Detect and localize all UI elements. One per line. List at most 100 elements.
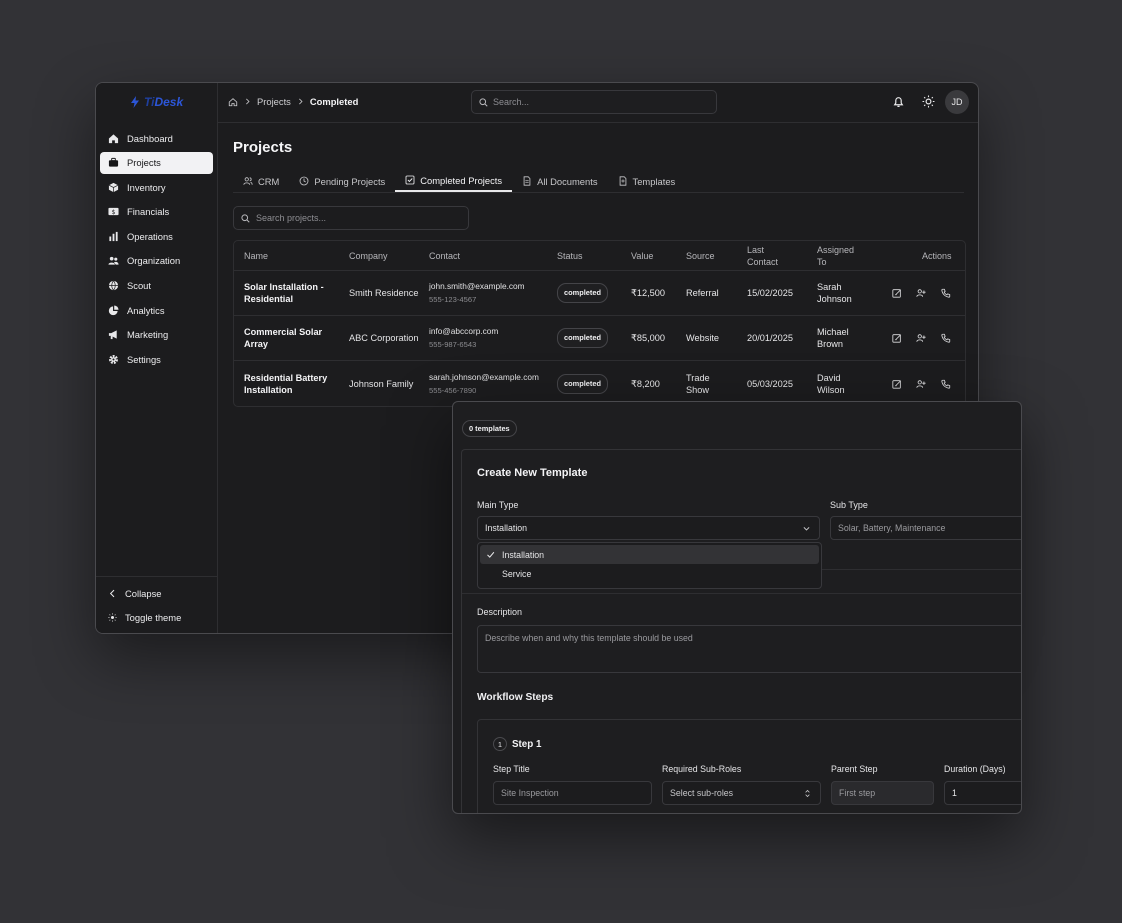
logo-bolt-icon [131, 96, 139, 108]
sub-roles-select[interactable]: Select sub-roles [662, 781, 821, 805]
tab-pending-projects[interactable]: Pending Projects [289, 170, 395, 192]
bar-chart-icon [109, 231, 118, 241]
phone-icon[interactable] [941, 288, 951, 298]
contact-email[interactable]: info@abccorp.com [429, 325, 498, 337]
project-value: ₹8,200 [631, 378, 660, 389]
sun-icon[interactable] [922, 95, 935, 108]
gear-icon [109, 354, 118, 364]
sidebar-item-analytics[interactable]: Analytics [100, 299, 213, 321]
edit-icon[interactable] [892, 288, 902, 298]
tab-templates[interactable]: Templates [608, 170, 686, 192]
search-placeholder: Search... [493, 97, 530, 107]
col-header-status[interactable]: Status [557, 250, 583, 262]
global-search-input[interactable]: Search... [471, 90, 717, 114]
sidebar-item-organization[interactable]: Organization [100, 250, 213, 272]
duration-input[interactable]: 1 [944, 781, 1021, 805]
workflow-step-card: 1 Step 1 Step Title Site Inspection Requ… [477, 719, 1021, 813]
project-source: Website [686, 333, 720, 343]
edit-icon[interactable] [892, 379, 902, 389]
project-last-contact: 05/03/2025 [747, 378, 793, 389]
table-header: Name Company Contact Status Value Source… [234, 241, 965, 271]
add-user-icon[interactable] [916, 288, 926, 298]
tab-label: Completed Projects [420, 174, 503, 186]
parent-step-value: First step [839, 788, 876, 798]
phone-icon[interactable] [941, 333, 951, 343]
sidebar-item-label: Dashboard [127, 132, 173, 144]
description-label: Description [477, 607, 523, 617]
option-service[interactable]: Service [480, 564, 819, 583]
project-contact: sarah.johnson@example.com 555-456-7890 [429, 371, 539, 397]
col-header-company[interactable]: Company [349, 250, 388, 262]
sidebar-item-settings[interactable]: Settings [100, 348, 213, 370]
logo-prefix: Ti [144, 95, 155, 109]
phone-icon[interactable] [941, 379, 951, 389]
parent-step-select[interactable]: First step [831, 781, 934, 805]
main-type-select[interactable]: Installation [477, 516, 820, 540]
sidebar-item-label: Scout [127, 280, 151, 292]
required-roles-label: Required Sub-Roles [662, 764, 742, 774]
col-header-contact[interactable]: Contact [429, 250, 460, 262]
table-row[interactable]: Residential Battery Installation Johnson… [234, 361, 965, 406]
contact-email[interactable]: john.smith@example.com [429, 280, 525, 292]
tab-all-documents[interactable]: All Documents [512, 170, 607, 192]
tab-crm[interactable]: CRM [233, 170, 289, 192]
contact-phone: 555-987-6543 [429, 340, 477, 349]
app-logo[interactable]: Ti Desk [129, 95, 183, 109]
project-company: Smith Residence [349, 288, 419, 298]
sidebar-item-dashboard[interactable]: Dashboard [100, 127, 213, 149]
sidebar-item-label: Financials [127, 206, 170, 218]
chevron-left-icon [109, 589, 115, 597]
table-row[interactable]: Solar Installation - Residential Smith R… [234, 271, 965, 316]
toggle-theme-button[interactable]: Toggle theme [96, 607, 217, 629]
project-source: Trade Show [686, 372, 710, 395]
sidebar-item-label: Projects [127, 157, 161, 169]
workflow-steps-heading: Workflow Steps [477, 692, 554, 703]
edit-icon[interactable] [892, 333, 902, 343]
sidebar-item-financials[interactable]: $ Financials [100, 201, 213, 223]
col-header-assigned-to[interactable]: Assigned To [817, 244, 865, 268]
col-header-value[interactable]: Value [631, 250, 653, 262]
top-bar: Projects Completed Search... JD [218, 83, 978, 123]
col-header-name[interactable]: Name [244, 250, 268, 262]
contact-email[interactable]: sarah.johnson@example.com [429, 371, 539, 383]
add-user-icon[interactable] [916, 379, 926, 389]
bell-icon[interactable] [892, 95, 905, 108]
tab-bar: CRM Pending Projects Completed Projects … [233, 170, 964, 193]
description-textarea[interactable]: Describe when and why this template shou… [477, 625, 1021, 673]
sidebar-item-projects[interactable]: Projects [100, 151, 213, 174]
sidebar-item-scout[interactable]: Scout [100, 275, 213, 297]
table-row[interactable]: Commercial Solar Array ABC Corporation i… [234, 316, 965, 361]
tab-label: Pending Projects [314, 175, 386, 187]
col-header-source[interactable]: Source [686, 250, 715, 262]
sidebar-item-marketing[interactable]: Marketing [100, 324, 213, 346]
tab-completed-projects[interactable]: Completed Projects [395, 170, 513, 192]
sidebar-item-inventory[interactable]: Inventory [100, 176, 213, 198]
duration-value: 1 [952, 788, 957, 798]
project-contact: john.smith@example.com 555-123-4567 [429, 280, 525, 306]
sidebar-item-operations[interactable]: Operations [100, 225, 213, 247]
template-count-badge: 0 templates [462, 420, 517, 437]
chevron-right-icon [298, 98, 303, 105]
status-cell: completed [557, 328, 608, 348]
svg-text:$: $ [112, 209, 116, 216]
option-installation[interactable]: Installation [480, 545, 819, 564]
checkbox-icon [405, 175, 415, 185]
pie-chart-icon [108, 305, 119, 315]
breadcrumb-projects[interactable]: Projects [257, 96, 291, 107]
step-title-input[interactable]: Site Inspection [493, 781, 652, 805]
col-header-last-contact[interactable]: Last Contact [747, 244, 787, 268]
briefcase-icon [108, 158, 119, 167]
home-outline-icon[interactable] [228, 97, 238, 107]
collapse-button[interactable]: Collapse [96, 582, 217, 604]
avatar[interactable]: JD [945, 90, 969, 114]
sub-type-input[interactable]: Solar, Battery, Maintenance [830, 516, 1021, 540]
add-user-icon[interactable] [916, 333, 926, 343]
status-cell: completed [557, 373, 608, 394]
project-search-input[interactable]: Search projects... [233, 206, 469, 230]
tab-label: CRM [258, 175, 280, 187]
dollar-icon: $ [108, 208, 119, 216]
tab-label: All Documents [537, 175, 598, 187]
page-title: Projects [233, 139, 293, 156]
sub-roles-placeholder: Select sub-roles [670, 788, 734, 798]
main-type-label: Main Type [477, 500, 519, 510]
